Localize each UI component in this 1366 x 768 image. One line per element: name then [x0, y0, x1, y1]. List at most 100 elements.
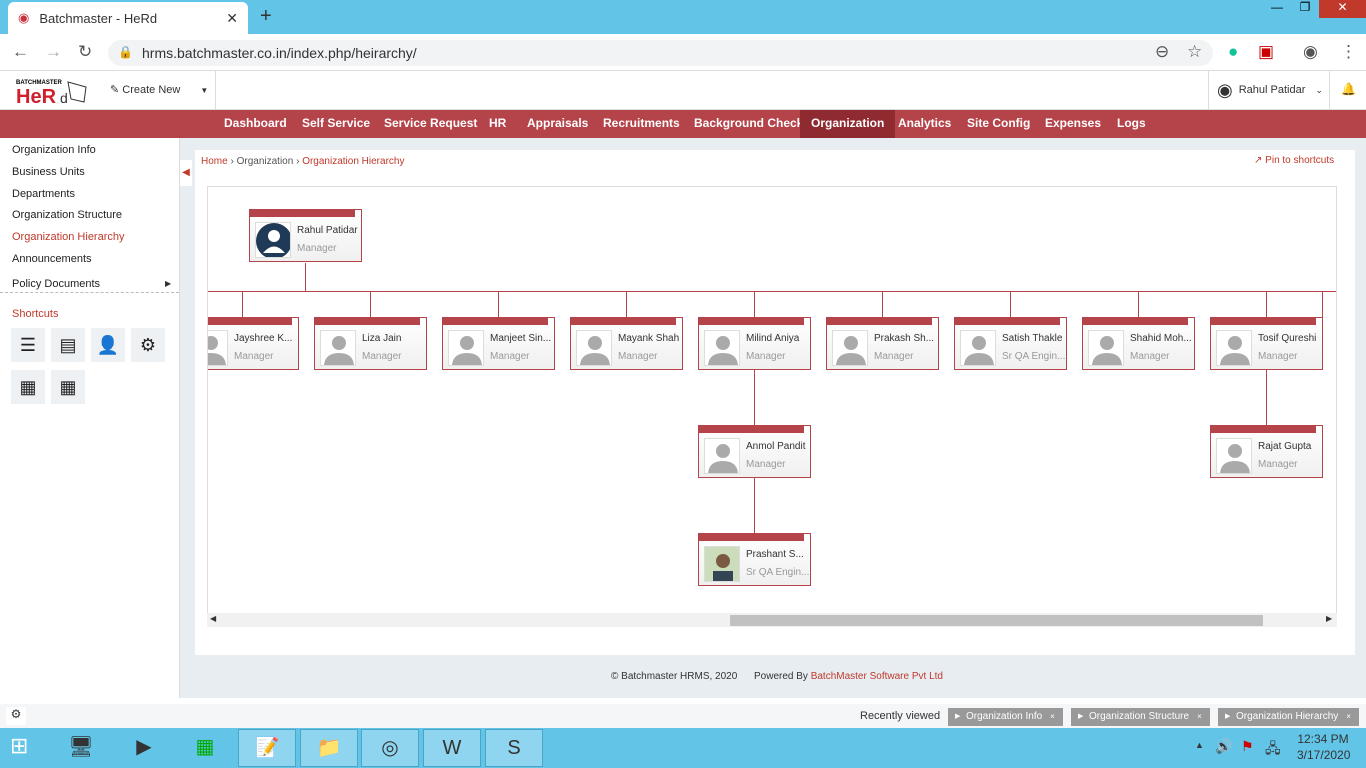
user-menu[interactable]: ◉ Rahul Patidar ⌄	[1208, 71, 1330, 109]
shortcut-list-icon[interactable]: ☰	[11, 328, 45, 362]
scroll-left-icon[interactable]: ◀	[210, 614, 216, 623]
close-icon[interactable]: ×	[1346, 712, 1351, 721]
nav-logs[interactable]: Logs	[1106, 110, 1157, 138]
clock[interactable]: 12:34 PM 3/17/2020	[1297, 732, 1350, 762]
company-link[interactable]: BatchMaster Software Pvt Ltd	[811, 671, 943, 682]
employee-card[interactable]: Anmol Pandit Manager	[698, 425, 811, 478]
sidebar-item-business-units[interactable]: Business Units	[12, 166, 85, 178]
scroll-right-icon[interactable]: ▶	[1326, 614, 1332, 623]
volume-icon[interactable]: 🔊	[1215, 738, 1232, 755]
employee-card[interactable]: Rahul Patidar Manager	[249, 209, 362, 262]
connector-line	[370, 291, 371, 317]
employee-role: Manager	[746, 351, 786, 362]
employee-card[interactable]: Shahid Moh... Manager	[1082, 317, 1195, 370]
nav-organization[interactable]: Organization	[800, 110, 896, 138]
sidebar-item-organization-hierarchy[interactable]: Organization Hierarchy	[12, 231, 125, 243]
employee-card[interactable]: Jayshree K... Manager	[208, 317, 299, 370]
windows-start-icon[interactable]: ⊞	[10, 733, 28, 759]
profile-icon[interactable]: ◉	[1303, 42, 1318, 62]
shortcut-gear-icon[interactable]: ⚙	[131, 328, 165, 362]
nav-analytics[interactable]: Analytics	[887, 110, 962, 138]
nav-service-request[interactable]: Service Request	[373, 110, 488, 138]
nav-dashboard[interactable]: Dashboard	[213, 110, 298, 138]
user-name: Rahul Patidar	[1238, 84, 1306, 96]
notepad-icon[interactable]: 📝	[238, 729, 296, 767]
word-icon[interactable]: W	[423, 729, 481, 767]
close-window-button[interactable]: ✕	[1319, 0, 1366, 18]
collapse-sidebar-icon[interactable]: ◀	[180, 160, 192, 186]
grammarly-icon[interactable]: ●	[1228, 42, 1238, 62]
recent-item[interactable]: Organization Hierarchy × ▶	[1218, 708, 1359, 726]
recent-item[interactable]: Organization Structure × ▶	[1071, 708, 1210, 726]
sidebar-item-announcements[interactable]: Announcements	[12, 253, 92, 265]
back-icon[interactable]: ←	[12, 42, 29, 62]
bookmark-star-icon[interactable]: ☆	[1187, 42, 1202, 62]
employee-name: Jayshree K...	[234, 333, 293, 344]
store-icon[interactable]: ▦	[176, 729, 234, 767]
url-input[interactable]: hrms.batchmaster.co.in/index.php/heirarc…	[108, 40, 1213, 66]
card-header-bar	[955, 318, 1060, 325]
shortcut-document-icon[interactable]: ▤	[51, 328, 85, 362]
employee-card[interactable]: Liza Jain Manager	[314, 317, 427, 370]
employee-card[interactable]: Tosif Qureshi Manager	[1210, 317, 1323, 370]
employee-card[interactable]: Mayank Shah Manager	[570, 317, 683, 370]
connector-line	[882, 291, 883, 317]
sidebar-item-departments[interactable]: Departments	[12, 188, 75, 200]
nav-site-config[interactable]: Site Config	[956, 110, 1041, 138]
dropdown-caret-icon[interactable]: ▼	[200, 86, 208, 95]
reload-icon[interactable]: ↻	[78, 42, 92, 62]
action-center-flag-icon[interactable]: ⚑	[1241, 738, 1254, 755]
skype-icon[interactable]: S	[485, 729, 543, 767]
pin-to-shortcuts-button[interactable]: ↗ Pin to shortcuts	[1254, 155, 1334, 166]
server-manager-icon[interactable]: 🖥	[52, 729, 110, 767]
play-arrow-icon: ▶	[1078, 713, 1084, 720]
shortcut-add-user-icon[interactable]: 👤	[91, 328, 125, 362]
forward-icon[interactable]: →	[45, 42, 62, 62]
bell-icon[interactable]: 🔔	[1341, 82, 1356, 96]
nav-hr[interactable]: HR	[478, 110, 517, 138]
nav-appraisals[interactable]: Appraisals	[516, 110, 599, 138]
settings-gear-icon[interactable]: ⚙	[6, 707, 26, 725]
browser-tab[interactable]: ◉ Batchmaster - HeRd ✕	[8, 2, 248, 34]
nav-background-check[interactable]: Background Check	[683, 110, 814, 138]
connector-line	[754, 291, 755, 317]
create-new-button[interactable]: ✎ Create New ▼	[110, 83, 208, 96]
sidebar-item-organization-info[interactable]: Organization Info	[12, 144, 96, 156]
zoom-icon[interactable]: ⊖	[1155, 42, 1169, 62]
recently-viewed-label: Recently viewed	[860, 710, 941, 722]
nav-expenses[interactable]: Expenses	[1034, 110, 1112, 138]
employee-card[interactable]: Manjeet Sin... Manager	[442, 317, 555, 370]
recent-item[interactable]: Organization Info × ▶	[948, 708, 1063, 726]
submenu-arrow-icon[interactable]: ▶	[165, 279, 171, 288]
close-icon[interactable]: ×	[1050, 712, 1055, 721]
breadcrumb-organization[interactable]: Organization	[237, 156, 294, 167]
powershell-icon[interactable]: ▶	[115, 729, 173, 767]
employee-card[interactable]: Rajat Gupta Manager	[1210, 425, 1323, 478]
employee-card[interactable]: Prashant S... Sr QA Engin...	[698, 533, 811, 586]
sidebar-item-organization-structure[interactable]: Organization Structure	[12, 209, 122, 221]
minimize-button[interactable]: —	[1263, 0, 1291, 18]
employee-card[interactable]: Satish Thakle Sr QA Engin...	[954, 317, 1067, 370]
network-icon[interactable]: 🖧	[1265, 738, 1281, 762]
close-icon[interactable]: ×	[1197, 712, 1202, 721]
chrome-icon[interactable]: ◎	[361, 729, 419, 767]
connector-line	[1010, 291, 1011, 317]
nav-recruitments[interactable]: Recruitments	[592, 110, 691, 138]
employee-card[interactable]: Prakash Sh... Manager	[826, 317, 939, 370]
close-tab-icon[interactable]: ✕	[226, 10, 238, 27]
scrollbar-thumb[interactable]	[730, 615, 1263, 626]
show-hidden-icons[interactable]: ▲	[1195, 740, 1204, 750]
shortcut-grid-icon[interactable]: ▦	[11, 370, 45, 404]
menu-icon[interactable]: ⋮	[1340, 42, 1357, 62]
pdf-extension-icon[interactable]: ▣	[1258, 42, 1274, 62]
nav-self-service[interactable]: Self Service	[291, 110, 381, 138]
breadcrumb-home[interactable]: Home	[201, 156, 228, 167]
employee-card[interactable]: Milind Aniya Manager	[698, 317, 811, 370]
new-tab-button[interactable]: +	[260, 5, 272, 28]
sidebar-item-policy-documents[interactable]: Policy Documents	[12, 278, 100, 290]
share-icon: ↗	[1254, 155, 1266, 166]
shortcut-grid-icon[interactable]: ▦	[51, 370, 85, 404]
file-explorer-icon[interactable]: 📁	[300, 729, 358, 767]
restore-button[interactable]: ❐	[1291, 0, 1319, 18]
play-arrow-icon: ▶	[955, 713, 961, 720]
